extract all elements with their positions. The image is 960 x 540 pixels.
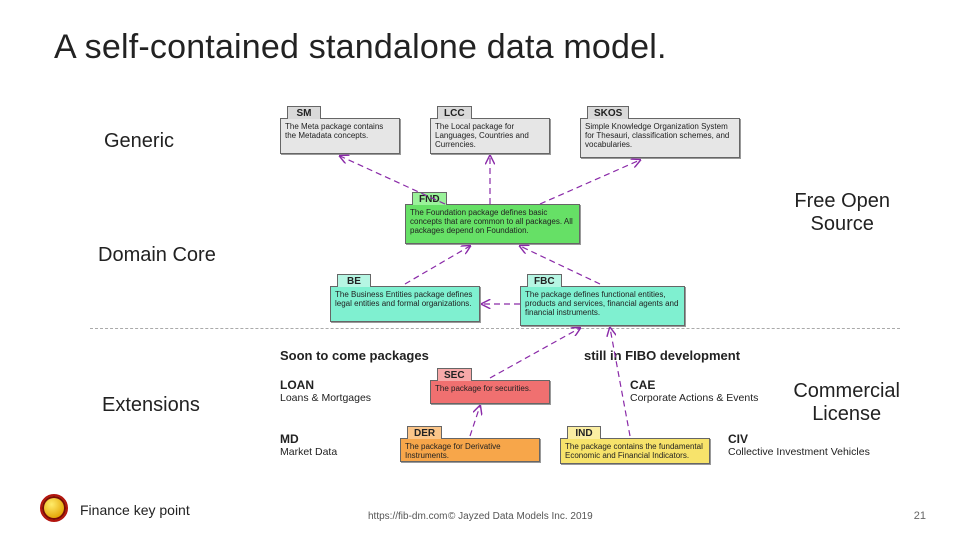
pkg-fnd-desc: The Foundation package defines basic con… — [406, 205, 579, 239]
slide: A self-contained standalone data model. … — [0, 0, 960, 540]
label-commercial-license: Commercial License — [793, 380, 900, 426]
footer-url: https://fib-dm.com — [368, 511, 447, 522]
pkg-ind-code: IND — [567, 426, 601, 439]
pkg-sm-desc: The Meta package contains the Metadata c… — [281, 119, 399, 143]
ext-civ-txt: Collective Investment Vehicles — [728, 446, 908, 458]
pkg-fnd-code: FND — [412, 192, 447, 205]
label-domain-core: Domain Core — [98, 244, 216, 267]
label-free-open-source: Free Open Source — [794, 190, 890, 236]
header-still-fibo: still in FIBO development — [584, 348, 740, 363]
ext-cae-code: CAE — [630, 378, 800, 392]
pkg-sm-code: SM — [287, 106, 321, 119]
pkg-fbc-desc: The package defines functional entities,… — [521, 287, 684, 321]
pkg-skos-code: SKOS — [587, 106, 629, 119]
pkg-be-desc: The Business Entities package defines le… — [331, 287, 479, 311]
pkg-be: BE The Business Entities package defines… — [330, 286, 480, 322]
ext-md-txt: Market Data — [280, 446, 398, 458]
ext-loan-code: LOAN — [280, 378, 398, 392]
footer-copyright: © Jayzed Data Models Inc. 2019 — [448, 511, 593, 522]
pkg-lcc: LCC The Local package for Languages, Cou… — [430, 118, 550, 154]
ext-md-code: MD — [280, 432, 398, 446]
ext-loan-txt: Loans & Mortgages — [280, 392, 398, 404]
pkg-sm: SM The Meta package contains the Metadat… — [280, 118, 400, 154]
pkg-fnd: FND The Foundation package defines basic… — [405, 204, 580, 244]
ext-cae-txt: Corporate Actions & Events — [630, 392, 800, 404]
ext-md: MD Market Data — [280, 432, 398, 458]
pkg-fbc-code: FBC — [527, 274, 562, 287]
pkg-der-code: DER — [407, 426, 442, 439]
ext-civ-code: CIV — [728, 432, 908, 446]
pkg-skos: SKOS Simple Knowledge Organization Syste… — [580, 118, 740, 158]
pkg-ind: IND The package contains the fundamental… — [560, 438, 710, 464]
pkg-be-code: BE — [337, 274, 371, 287]
pkg-der-desc: The package for Derivative Instruments. — [401, 439, 539, 463]
pkg-sec-desc: The package for securities. — [431, 381, 549, 396]
slide-title: A self-contained standalone data model. — [54, 28, 667, 67]
pkg-skos-desc: Simple Knowledge Organization System for… — [581, 119, 739, 153]
header-soon-packages: Soon to come packages — [280, 348, 429, 363]
label-generic: Generic — [104, 130, 174, 153]
divider-horizontal — [90, 328, 900, 329]
page-number: 21 — [914, 510, 926, 522]
ext-cae: CAE Corporate Actions & Events — [630, 378, 800, 404]
badge-icon — [40, 494, 68, 522]
pkg-der: DER The package for Derivative Instrumen… — [400, 438, 540, 462]
pkg-lcc-desc: The Local package for Languages, Countri… — [431, 119, 549, 153]
pkg-lcc-code: LCC — [437, 106, 472, 119]
footer-note: Finance key point — [80, 502, 190, 518]
label-extensions: Extensions — [102, 394, 200, 417]
ext-loan: LOAN Loans & Mortgages — [280, 378, 398, 404]
pkg-ind-desc: The package contains the fundamental Eco… — [561, 439, 709, 463]
pkg-fbc: FBC The package defines functional entit… — [520, 286, 685, 326]
ext-civ: CIV Collective Investment Vehicles — [728, 432, 908, 458]
pkg-sec: SEC The package for securities. — [430, 380, 550, 404]
pkg-sec-code: SEC — [437, 368, 472, 381]
